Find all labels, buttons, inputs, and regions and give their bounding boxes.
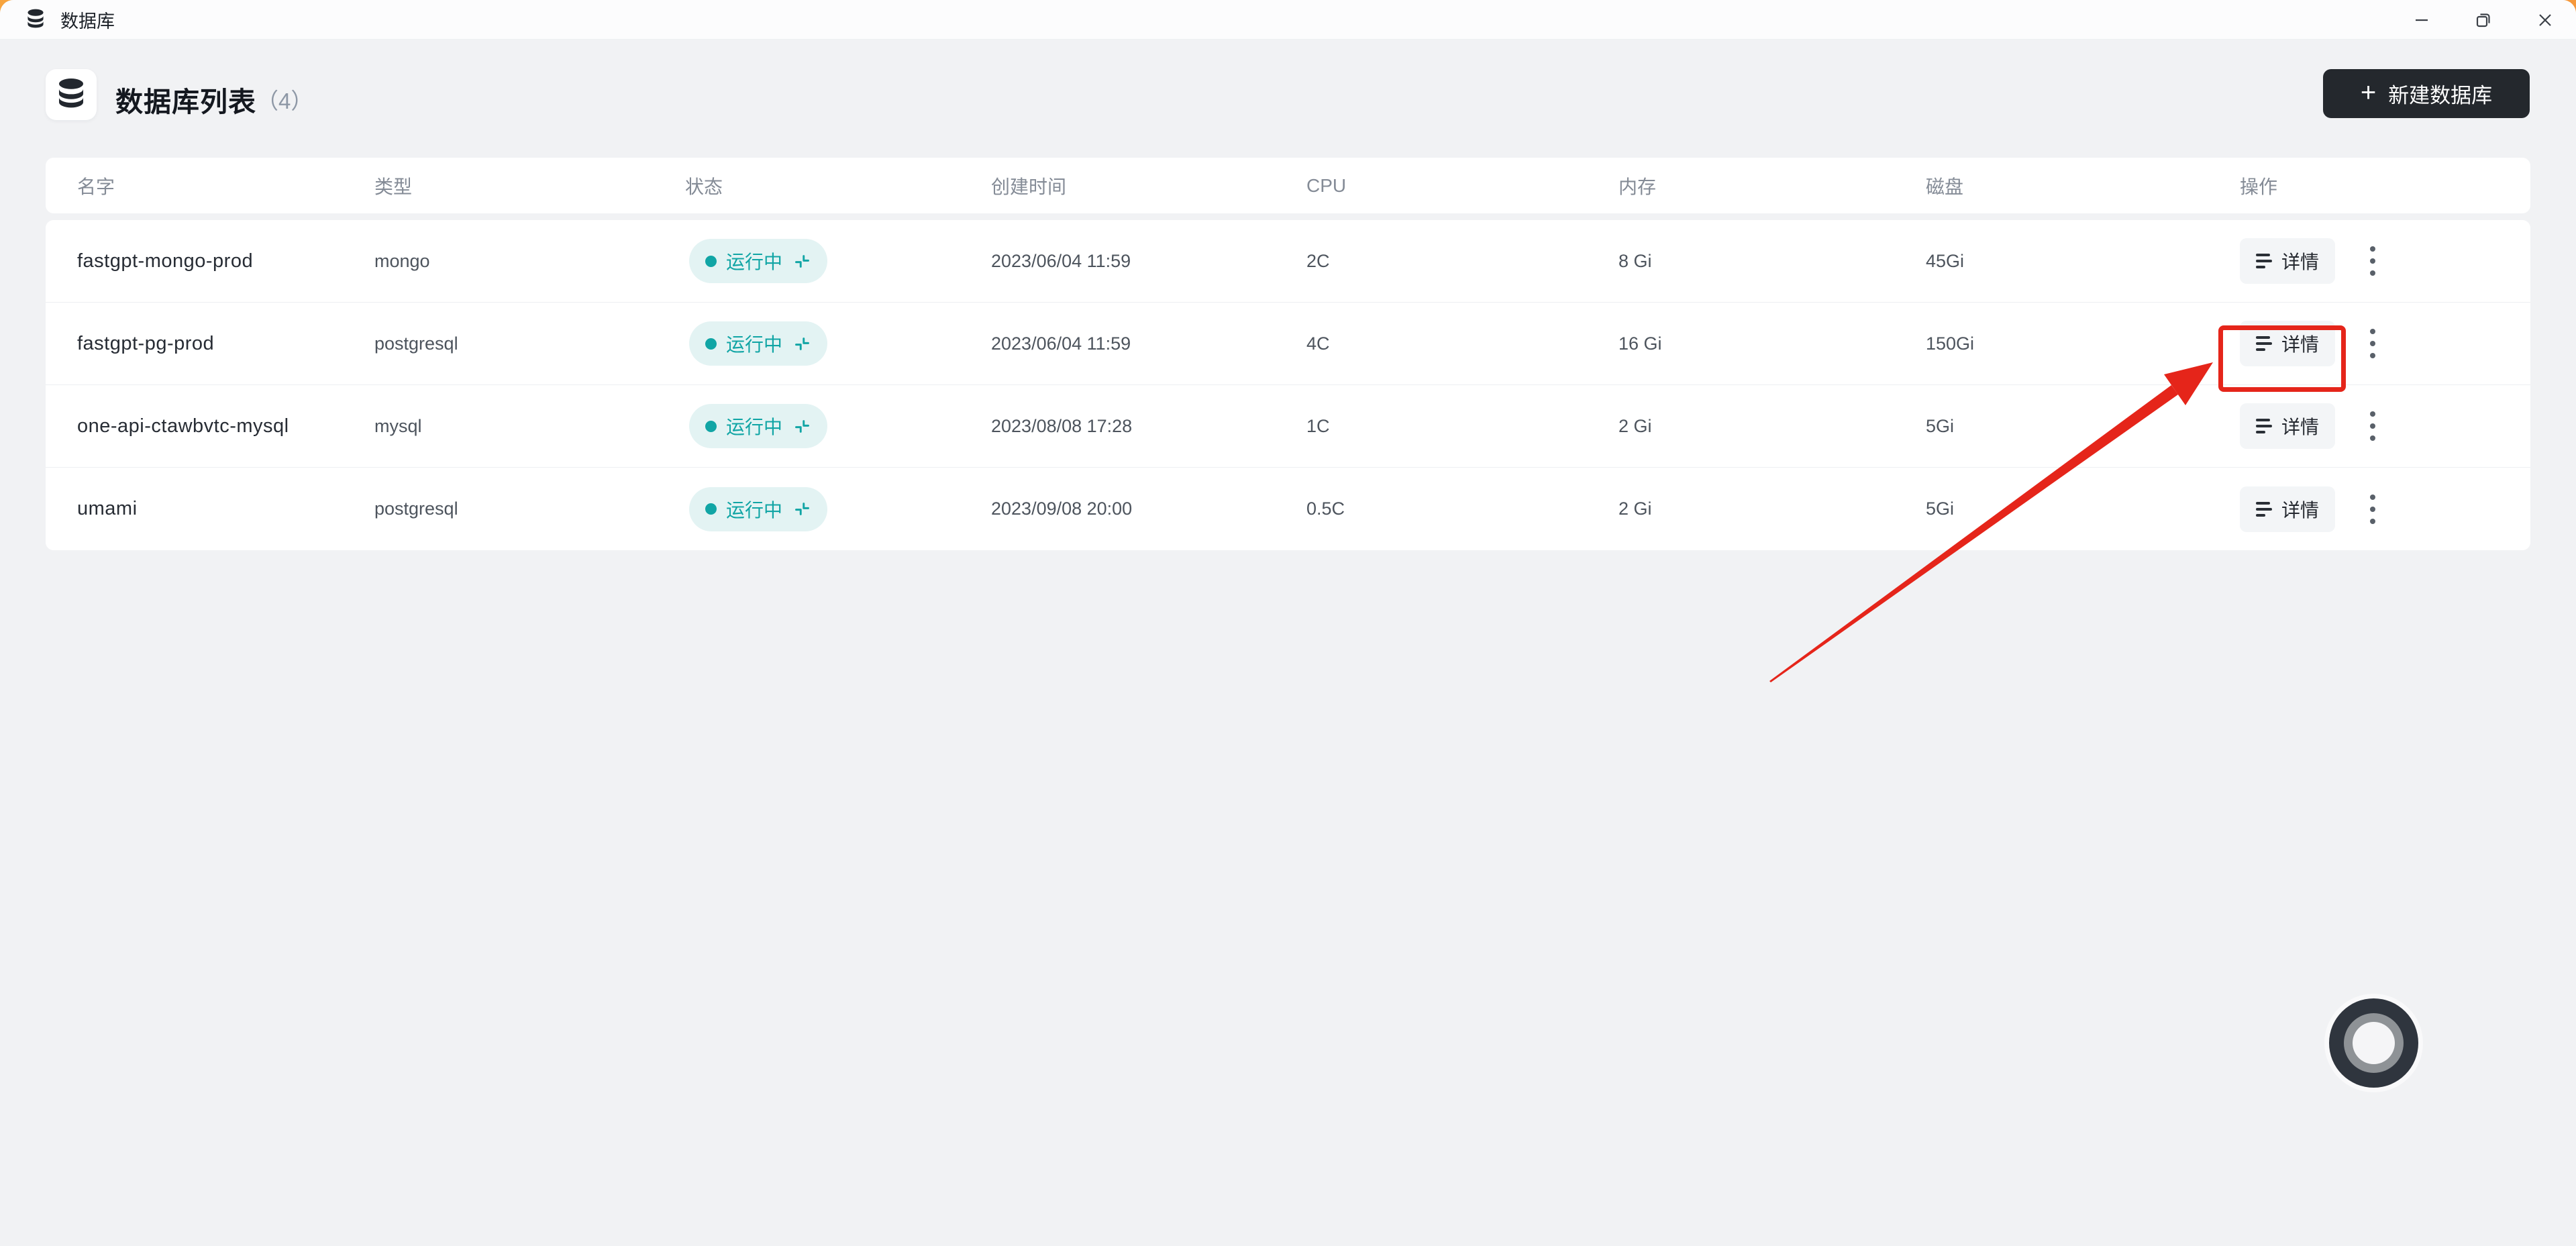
db-created: 2023/08/08 17:28 (991, 416, 1306, 437)
status-label: 运行中 (726, 413, 782, 439)
db-disk: 5Gi (1926, 416, 2240, 437)
db-name: one-api-ctawbvtc-mysql (77, 415, 374, 437)
column-header-type: 类型 (374, 172, 685, 199)
app-window: 数据库 数据库列表 （4） + 新建数据库 (0, 0, 2576, 1246)
db-cpu: 2C (1306, 251, 1618, 272)
details-button-highlighted[interactable]: 详情 (2240, 321, 2335, 366)
pods-scale-icon (793, 252, 811, 270)
db-memory: 2 Gi (1618, 416, 1926, 437)
minimize-button[interactable] (2391, 0, 2453, 40)
touch-indicator (2329, 998, 2418, 1088)
table-header: 名字 类型 状态 创建时间 CPU 内存 磁盘 操作 (46, 158, 2530, 213)
db-memory: 2 Gi (1618, 499, 1926, 519)
row-menu-button[interactable] (2363, 405, 2382, 448)
table-row[interactable]: fastgpt-mongo-prod mongo 运行中 2023/06/04 … (46, 220, 2530, 303)
page-count: （4） (256, 83, 313, 115)
list-lines-icon (2256, 336, 2272, 351)
db-created: 2023/09/08 20:00 (991, 499, 1306, 519)
status-dot-icon (705, 338, 717, 350)
status-label: 运行中 (726, 330, 782, 357)
pods-scale-icon (793, 417, 811, 435)
status-badge: 运行中 (689, 321, 827, 366)
restore-button[interactable] (2453, 0, 2514, 40)
status-badge: 运行中 (689, 404, 827, 448)
column-header-status: 状态 (685, 172, 991, 199)
pods-scale-icon (793, 335, 811, 353)
status-dot-icon (705, 256, 717, 267)
column-header-memory: 内存 (1618, 172, 1926, 199)
table-row[interactable]: umami postgresql 运行中 2023/09/08 20:00 0.… (46, 468, 2530, 550)
database-icon (25, 9, 46, 30)
table-row[interactable]: fastgpt-pg-prod postgresql 运行中 2023/06/0… (46, 303, 2530, 385)
details-label: 详情 (2281, 330, 2319, 357)
list-lines-icon (2256, 502, 2272, 517)
details-button[interactable]: 详情 (2240, 238, 2335, 284)
db-type: mysql (374, 416, 685, 437)
db-created: 2023/06/04 11:59 (991, 333, 1306, 354)
column-header-name: 名字 (77, 172, 374, 199)
plus-icon: + (2361, 79, 2376, 106)
db-type: postgresql (374, 499, 685, 519)
db-created: 2023/06/04 11:59 (991, 251, 1306, 272)
row-menu-button[interactable] (2363, 240, 2382, 282)
column-header-actions: 操作 (2240, 172, 2530, 199)
status-dot-icon (705, 503, 717, 515)
details-label: 详情 (2281, 413, 2319, 439)
column-header-created: 创建时间 (991, 172, 1306, 199)
details-label: 详情 (2281, 248, 2319, 274)
db-name: umami (77, 498, 374, 520)
db-cpu: 1C (1306, 416, 1618, 437)
column-header-disk: 磁盘 (1926, 172, 2240, 199)
db-type: postgresql (374, 333, 685, 354)
db-name: fastgpt-mongo-prod (77, 250, 374, 272)
close-button[interactable] (2514, 0, 2576, 40)
status-badge: 运行中 (689, 239, 827, 283)
row-menu-button[interactable] (2363, 322, 2382, 365)
details-button[interactable]: 详情 (2240, 486, 2335, 532)
details-label: 详情 (2281, 496, 2319, 523)
db-disk: 150Gi (1926, 333, 2240, 354)
db-disk: 45Gi (1926, 251, 2240, 272)
database-icon (56, 78, 87, 111)
table-body: fastgpt-mongo-prod mongo 运行中 2023/06/04 … (46, 220, 2530, 550)
list-lines-icon (2256, 254, 2272, 268)
status-dot-icon (705, 421, 717, 432)
status-label: 运行中 (726, 496, 782, 523)
window-title: 数据库 (60, 7, 115, 33)
column-header-cpu: CPU (1306, 175, 1618, 197)
titlebar: 数据库 (0, 0, 2576, 40)
create-database-button[interactable]: + 新建数据库 (2323, 69, 2530, 118)
row-menu-button[interactable] (2363, 488, 2382, 531)
page-title: 数据库列表 (115, 79, 256, 119)
status-badge: 运行中 (689, 487, 827, 531)
db-memory: 8 Gi (1618, 251, 1926, 272)
table-row[interactable]: one-api-ctawbvtc-mysql mysql 运行中 2023/08… (46, 385, 2530, 468)
status-label: 运行中 (726, 248, 782, 274)
db-memory: 16 Gi (1618, 333, 1926, 354)
details-button[interactable]: 详情 (2240, 403, 2335, 449)
window-controls (2391, 0, 2576, 40)
db-cpu: 4C (1306, 333, 1618, 354)
app-logo-card (46, 69, 97, 120)
db-disk: 5Gi (1926, 499, 2240, 519)
db-name: fastgpt-pg-prod (77, 333, 374, 355)
db-cpu: 0.5C (1306, 499, 1618, 519)
create-database-label: 新建数据库 (2388, 79, 2492, 109)
list-lines-icon (2256, 419, 2272, 433)
db-type: mongo (374, 251, 685, 272)
pods-scale-icon (793, 500, 811, 518)
